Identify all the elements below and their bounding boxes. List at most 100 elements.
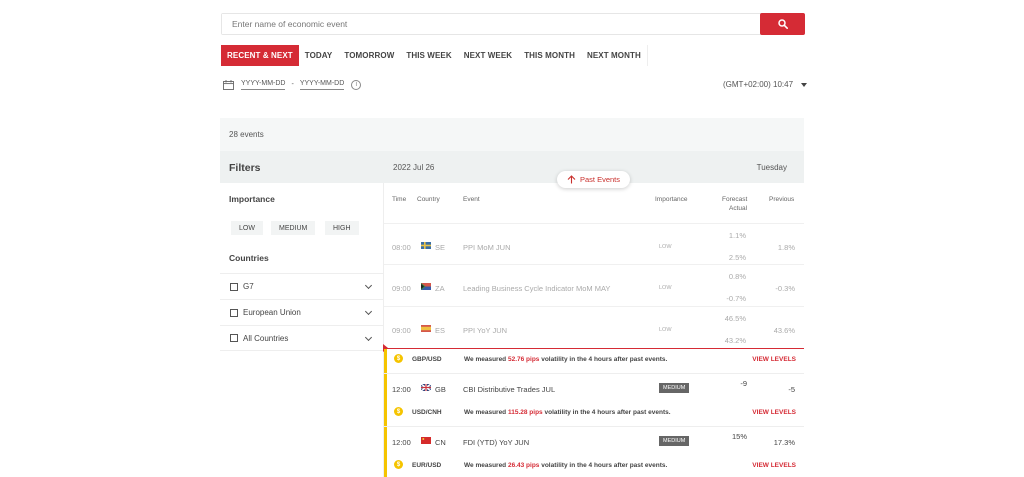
period-tabs: RECENT & NEXT TODAY TOMORROW THIS WEEK N… bbox=[221, 45, 648, 66]
calendar-icon[interactable] bbox=[223, 79, 234, 90]
event-name: FDI (YTD) YoY JUN bbox=[463, 438, 530, 447]
filters-title: Filters bbox=[220, 151, 383, 183]
event-previous: 1.8% bbox=[777, 243, 795, 252]
table-row[interactable]: 09:00 ZA Leading Business Cycle Indicato… bbox=[384, 264, 804, 305]
volatility-message: We measured 115.28 pips volatility in th… bbox=[464, 409, 671, 416]
checkbox[interactable] bbox=[230, 334, 238, 342]
event-time: 09:00 bbox=[392, 284, 411, 293]
importance-high-button[interactable]: HIGH bbox=[325, 221, 359, 235]
event-importance: MEDIUM bbox=[659, 383, 690, 393]
flag-cn-icon bbox=[421, 437, 431, 444]
col-importance: Importance bbox=[655, 196, 688, 203]
col-forecast: Forecast bbox=[722, 196, 748, 203]
volatility-row: $ USD/CNH We measured 115.28 pips volati… bbox=[384, 402, 804, 426]
event-forecast: 15% bbox=[731, 432, 747, 441]
event-forecast: -9 bbox=[740, 379, 747, 388]
country-filter-label: All Countries bbox=[243, 333, 289, 343]
volatility-row: $ EUR/USD We measured 26.43 pips volatil… bbox=[384, 455, 804, 477]
chevron-down-icon[interactable] bbox=[364, 281, 373, 290]
chevron-down-icon[interactable] bbox=[364, 307, 373, 316]
past-events-button[interactable]: Past Events bbox=[557, 171, 630, 188]
country-filter-label: G7 bbox=[243, 282, 254, 291]
filters-panel: Importance LOW MEDIUM HIGH Countries G7 … bbox=[220, 183, 384, 477]
search-icon bbox=[777, 19, 788, 29]
event-country: GB bbox=[435, 385, 446, 394]
tab-this-week[interactable]: THIS WEEK bbox=[400, 45, 457, 66]
event-previous: 17.3% bbox=[773, 438, 795, 447]
tab-today[interactable]: TODAY bbox=[299, 45, 339, 66]
coin-icon: $ bbox=[394, 407, 403, 416]
tab-tomorrow[interactable]: TOMORROW bbox=[338, 45, 400, 66]
importance-medium-button[interactable]: MEDIUM bbox=[271, 221, 316, 235]
coin-icon: $ bbox=[394, 460, 403, 469]
coin-icon: $ bbox=[394, 354, 403, 363]
table-row[interactable]: 09:00 ES PPI YoY JUN LOW 46.5% 43.2% 43.… bbox=[384, 306, 804, 347]
country-filter-label: European Union bbox=[243, 308, 301, 317]
date-range: YYYY-MM-DD - YYYY-MM-DD i bbox=[223, 79, 362, 90]
event-actual: 2.5% bbox=[728, 253, 746, 262]
volatility-message: We measured 26.43 pips volatility in the… bbox=[464, 462, 668, 469]
event-importance: LOW bbox=[659, 244, 672, 250]
checkbox[interactable] bbox=[230, 282, 238, 291]
day-header-weekday: Tuesday bbox=[756, 163, 787, 172]
checkbox[interactable] bbox=[230, 308, 238, 317]
event-actual: 43.2% bbox=[724, 336, 746, 345]
view-levels-link[interactable]: VIEW LEVELS bbox=[752, 462, 796, 469]
event-country: ES bbox=[435, 326, 446, 335]
view-levels-link[interactable]: VIEW LEVELS bbox=[752, 356, 796, 363]
search-button[interactable] bbox=[760, 13, 805, 35]
flag-se-icon bbox=[421, 242, 431, 249]
country-filter-all[interactable]: All Countries bbox=[220, 325, 383, 351]
timezone-selector[interactable]: (GMT+02:00) 10:47 bbox=[723, 80, 808, 89]
table-row[interactable]: 12:00 CN FDI (YTD) YoY JUN MEDIUM 15% 17… bbox=[384, 426, 804, 455]
day-header-date: 2022 Jul 26 bbox=[393, 163, 435, 172]
volatility-row: $ GBP/USD We measured 52.76 pips volatil… bbox=[384, 349, 804, 373]
event-importance: MEDIUM bbox=[659, 436, 690, 446]
importance-low-button[interactable]: LOW bbox=[231, 221, 263, 235]
event-time: 12:00 bbox=[392, 438, 411, 447]
event-name: PPI YoY JUN bbox=[463, 326, 508, 335]
search-bar bbox=[221, 13, 805, 35]
date-separator: - bbox=[291, 81, 294, 88]
info-icon[interactable]: i bbox=[351, 79, 362, 90]
past-events-label: Past Events bbox=[579, 175, 621, 184]
flag-gb-icon bbox=[421, 384, 431, 391]
flag-za-icon bbox=[421, 283, 431, 290]
event-count: 28 events bbox=[220, 118, 804, 151]
event-name: CBI Distributive Trades JUL bbox=[463, 385, 556, 394]
event-time: 08:00 bbox=[392, 243, 411, 252]
tab-recent-next[interactable]: RECENT & NEXT bbox=[221, 45, 299, 66]
arrow-up-icon bbox=[567, 175, 576, 184]
timezone-label: (GMT+02:00) 10:47 bbox=[723, 80, 794, 89]
event-forecast: 46.5% bbox=[724, 314, 746, 323]
event-previous: -0.3% bbox=[775, 284, 795, 293]
search-input[interactable] bbox=[222, 14, 761, 34]
event-importance: LOW bbox=[659, 327, 672, 333]
col-previous: Previous bbox=[769, 196, 795, 203]
caret-down-icon bbox=[801, 82, 808, 87]
date-to-field[interactable]: YYYY-MM-DD bbox=[299, 79, 345, 90]
countries-label: Countries bbox=[229, 253, 269, 263]
view-levels-link[interactable]: VIEW LEVELS bbox=[752, 409, 796, 416]
tab-this-month[interactable]: THIS MONTH bbox=[518, 45, 581, 66]
event-time: 09:00 bbox=[392, 326, 411, 335]
country-filter-g7[interactable]: G7 bbox=[220, 273, 383, 299]
volatility-pair: EUR/USD bbox=[412, 462, 442, 469]
importance-label: Importance bbox=[229, 194, 275, 204]
table-row[interactable]: 12:00 GB CBI Distributive Trades JUL MED… bbox=[384, 373, 804, 402]
volatility-message: We measured 52.76 pips volatility in the… bbox=[464, 356, 668, 363]
event-name: PPI MoM JUN bbox=[463, 243, 511, 252]
table-row[interactable]: 08:00 SE PPI MoM JUN LOW 1.1% 2.5% 1.8% bbox=[384, 223, 804, 264]
event-name: Leading Business Cycle Indicator MoM MAY bbox=[463, 284, 611, 293]
col-time: Time bbox=[392, 196, 407, 203]
date-from-field[interactable]: YYYY-MM-DD bbox=[241, 79, 286, 90]
volatility-pair: GBP/USD bbox=[412, 356, 442, 363]
tab-next-week[interactable]: NEXT WEEK bbox=[458, 45, 518, 66]
event-actual: -0.7% bbox=[726, 294, 746, 303]
country-filter-eu[interactable]: European Union bbox=[220, 299, 383, 325]
tab-next-month[interactable]: NEXT MONTH bbox=[581, 45, 647, 66]
chevron-down-icon[interactable] bbox=[364, 333, 373, 342]
event-country: SE bbox=[435, 243, 446, 252]
col-country: Country bbox=[417, 196, 440, 203]
event-previous: -5 bbox=[788, 385, 795, 394]
